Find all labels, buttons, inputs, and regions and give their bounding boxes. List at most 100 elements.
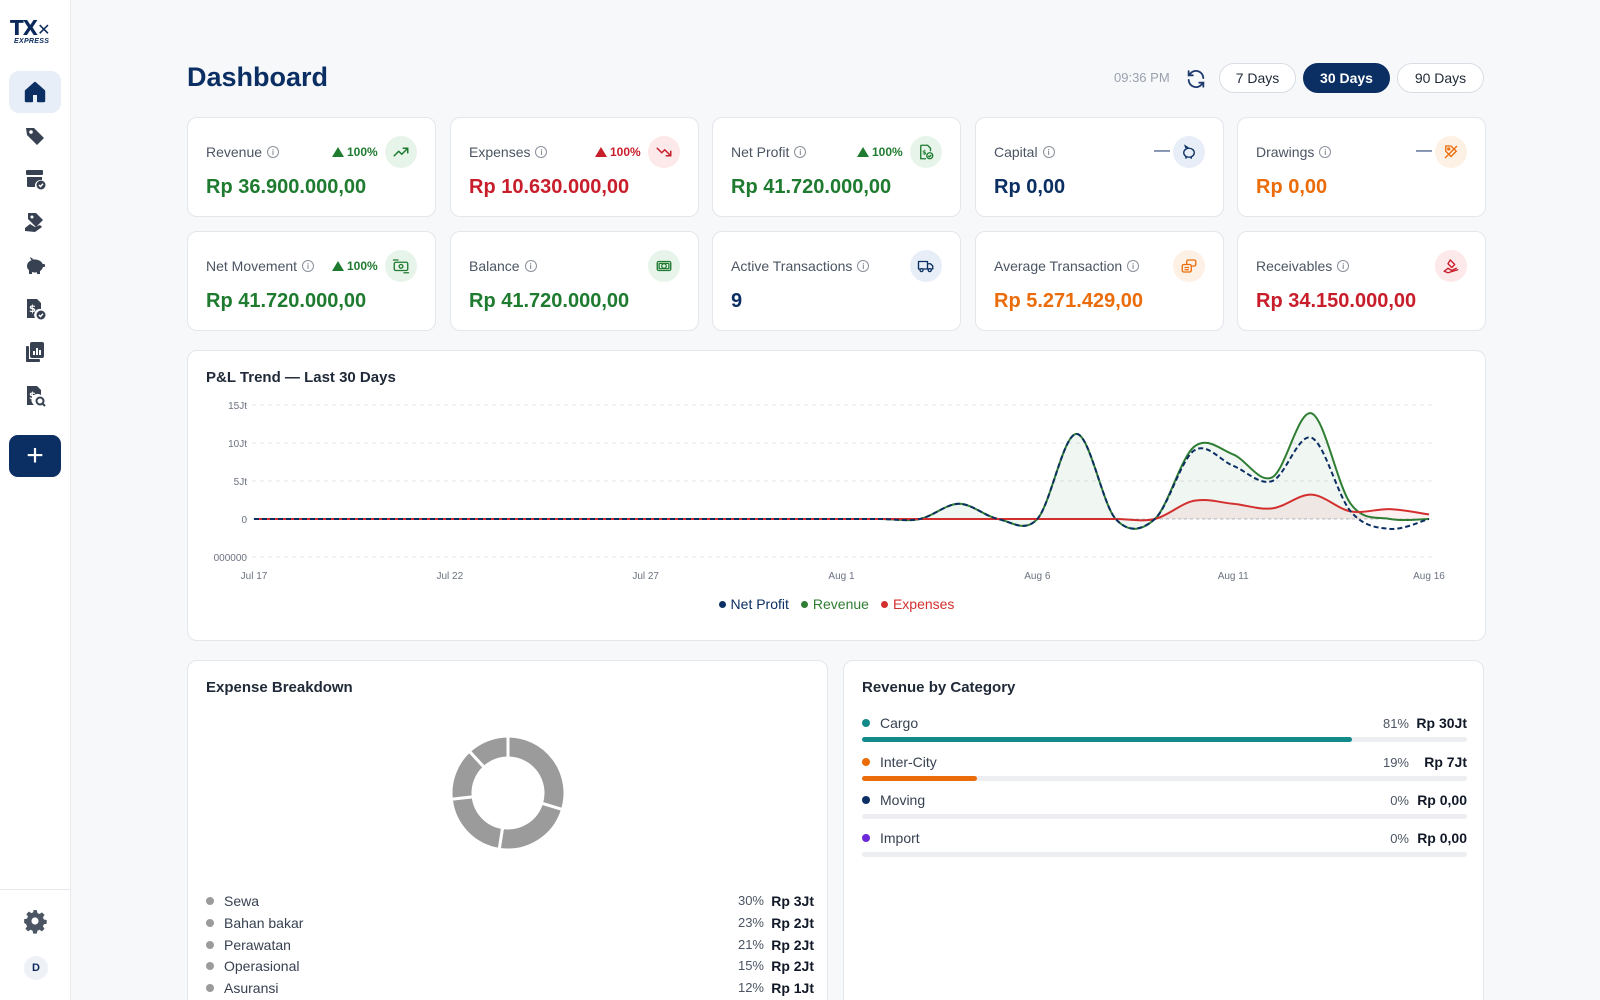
nav-invoices[interactable]: $ [9, 288, 61, 330]
nav-pricing[interactable] [9, 115, 61, 157]
info-icon[interactable]: i [1337, 260, 1350, 272]
tag-icon [26, 128, 44, 145]
info-icon[interactable]: i [794, 146, 807, 158]
bullet-icon [862, 719, 870, 727]
x-tick-label: Jul 27 [632, 571, 659, 582]
expense-breakdown-card: Expense Breakdown Sewa 30% Rp 3Jt Bahan … [187, 660, 828, 1000]
kpi-card-capital: Capital i — Rp 0,00 [975, 117, 1224, 217]
refresh-icon[interactable] [1185, 68, 1207, 90]
kpi-trend: 100% [332, 145, 378, 159]
nav-inventory[interactable] [9, 158, 61, 200]
kpi-icon-badge [1173, 250, 1205, 282]
kpi-icon-badge: $ [910, 136, 942, 168]
legend-expenses[interactable]: Expenses [880, 596, 954, 612]
pnl-trend-card: P&L Trend — Last 30 Days 15Jt 10Jt 5Jt 0 000… [187, 350, 1486, 641]
kpi-value: Rp 41.720.000,00 [206, 290, 367, 312]
info-icon[interactable]: i [524, 260, 537, 272]
piggy-bank-icon [1183, 144, 1195, 159]
nav-discounts[interactable] [9, 201, 61, 243]
cash-flow-icon [392, 259, 410, 274]
list-item: Asuransi 12% Rp 1Jt [206, 980, 814, 1000]
kpi-value: Rp 0,00 [994, 176, 1066, 198]
gear-icon[interactable] [22, 908, 48, 934]
info-icon[interactable]: i [535, 146, 548, 158]
truck-icon [917, 260, 934, 273]
trend-up-icon [393, 147, 409, 157]
kpi-label: Balance [469, 258, 520, 274]
list-item: Sewa 30% Rp 3Jt [206, 893, 814, 913]
info-icon[interactable]: i [302, 260, 315, 272]
y-tick-label: 5Jt [234, 477, 248, 488]
x-tick-label: Jul 22 [436, 571, 463, 582]
info-icon[interactable]: i [267, 146, 280, 158]
kpi-trend: 100% [857, 145, 903, 159]
kpi-card-net-movement: Net Movement i 100% Rp 41.720.000,00 [187, 231, 436, 331]
nav-home[interactable] [9, 71, 61, 113]
nav-reports[interactable] [9, 331, 61, 373]
revenue-by-category-card: Revenue by Category Cargo 81% Rp 30Jt In… [843, 660, 1484, 1000]
kpi-label: Receivables [1256, 258, 1333, 274]
info-icon[interactable]: i [1319, 146, 1332, 158]
last-updated-time: 09:36 PM [1114, 70, 1170, 85]
bullet-icon [862, 834, 870, 842]
donut-slice[interactable] [497, 801, 565, 852]
add-button[interactable]: + [9, 435, 61, 477]
kpi-label: Capital [994, 144, 1038, 160]
kpi-value: Rp 34.150.000,00 [1256, 290, 1417, 312]
category-row-inter-city: Inter-City 19% Rp 7Jt [862, 754, 1467, 784]
expense-donut-chart [449, 734, 567, 852]
kpi-label: Net Profit [731, 144, 790, 160]
page-title: Dashboard [187, 62, 329, 92]
banknote-icon [656, 260, 672, 272]
nav-audit[interactable]: $ [9, 375, 61, 417]
bullet-icon [862, 758, 870, 766]
legend-net-profit[interactable]: Net Profit [718, 596, 789, 612]
progress-track [862, 737, 1467, 742]
kpi-trend: 100% [595, 145, 641, 159]
svg-text:$: $ [29, 391, 36, 402]
kpi-label: Average Transaction [994, 258, 1123, 274]
svg-text:$: $ [29, 304, 36, 315]
y-tick-label: 0 [241, 515, 247, 526]
range-7-days[interactable]: 7 Days [1219, 63, 1296, 93]
y-tick-label: 000000 [214, 553, 248, 564]
kpi-icon-badge [385, 250, 417, 282]
info-icon[interactable]: i [1042, 146, 1055, 158]
user-avatar[interactable]: D [24, 956, 48, 980]
section-title: Revenue by Category [862, 679, 1016, 696]
kpi-card-net-profit: Net Profit i 100% $ Rp 41.720.000,00 [712, 117, 961, 217]
logo-text: TX✕ [10, 16, 51, 40]
kpi-card-receivables: Receivables i Rp 34.150.000,00 [1237, 231, 1486, 331]
discount-hand-icon [25, 213, 43, 232]
progress-fill [862, 776, 977, 781]
kpi-card-expenses: Expenses i 100% Rp 10.630.000,00 [450, 117, 699, 217]
trend-down-icon [656, 147, 672, 157]
donut-slice[interactable] [449, 795, 505, 852]
info-icon[interactable]: i [857, 260, 870, 272]
logo-subtext: EXPRESS [14, 38, 50, 45]
info-icon[interactable]: i [1127, 260, 1140, 272]
list-item: Bahan bakar 23% Rp 2Jt [206, 915, 814, 935]
bullet-icon [206, 941, 214, 949]
kpi-icon-badge [1435, 250, 1467, 282]
app-logo[interactable]: TX✕ EXPRESS [10, 18, 62, 48]
progress-track [862, 852, 1467, 857]
category-row-moving: Moving 0% Rp 0,00 [862, 792, 1467, 822]
range-90-days[interactable]: 90 Days [1397, 63, 1484, 93]
donut-slice[interactable] [506, 734, 567, 812]
kpi-label: Expenses [469, 144, 531, 160]
triangle-up-icon [857, 147, 869, 157]
kpi-card-active-transactions: Active Transactions i 9 [712, 231, 961, 331]
x-tick-label: Aug 16 [1413, 571, 1445, 582]
progress-fill [862, 737, 1353, 742]
kpi-label: Net Movement [206, 258, 298, 274]
kpi-icon-badge [385, 136, 417, 168]
kpi-value: Rp 36.900.000,00 [206, 176, 367, 198]
x-tick-label: Aug 1 [828, 571, 855, 582]
legend-revenue[interactable]: Revenue [800, 596, 869, 612]
list-item: Perawatan 21% Rp 2Jt [206, 937, 814, 957]
range-30-days[interactable]: 30 Days [1303, 63, 1390, 93]
bullet-icon [206, 897, 214, 905]
y-tick-label: 10Jt [228, 439, 247, 450]
nav-savings[interactable] [9, 244, 61, 286]
